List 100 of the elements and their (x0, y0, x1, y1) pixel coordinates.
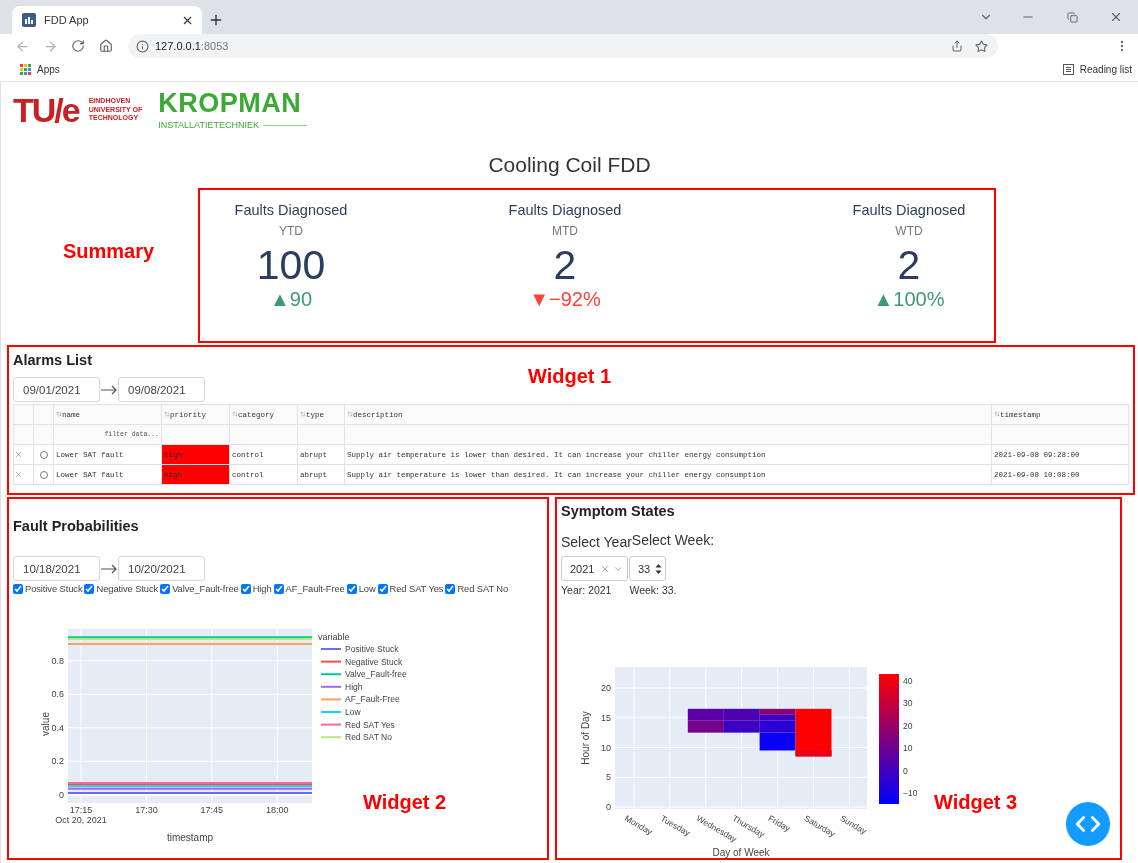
sort-icon[interactable] (232, 410, 238, 417)
page-title: Cooling Coil FDD (487, 152, 652, 178)
checkbox-option[interactable]: Red SAT No (445, 583, 509, 594)
code-toggle-button[interactable] (1066, 802, 1110, 846)
arrow-icon (100, 563, 118, 574)
card-delta: ▲90 (269, 288, 312, 312)
colorbar-tick-label: 30 (903, 698, 913, 709)
legend-item[interactable]: High (320, 681, 363, 692)
restore-icon[interactable] (1066, 11, 1078, 23)
axis-title: value (40, 712, 51, 736)
annotation-label: Widget 1 (528, 365, 612, 387)
legend-title: variable (318, 632, 350, 642)
sort-icon[interactable] (994, 410, 1000, 417)
widget-title: Fault Probabilities (13, 517, 140, 535)
checkbox-option[interactable]: High (240, 583, 272, 594)
checkbox[interactable] (240, 583, 251, 594)
reload-icon[interactable] (71, 39, 85, 53)
card-label: Faults Diagnosed (852, 202, 966, 218)
checkbox[interactable] (377, 583, 388, 594)
legend-label: AF_Fault-Free (345, 694, 401, 705)
widget-title: Alarms List (13, 351, 93, 369)
field-label: Select Year (561, 534, 632, 550)
end-date-field[interactable]: 09/08/2021 (118, 377, 205, 402)
legend-label: Valve_Fault-free (345, 669, 408, 680)
year-dropdown[interactable]: 2021 (561, 556, 628, 581)
checkbox[interactable] (13, 583, 23, 594)
axis-title: Hour of Day (580, 711, 591, 765)
checkbox-option[interactable]: Negative Stuck (84, 583, 159, 594)
end-date-field[interactable]: 10/20/2021 (118, 556, 205, 581)
axis-tick-label: 17:45 (200, 805, 224, 815)
legend-item[interactable]: Valve_Fault-free (320, 669, 407, 680)
checkbox-option[interactable]: AF_Fault-Free (273, 583, 345, 594)
logo-tagline: INSTALLATIETECHNIEK (158, 120, 259, 130)
legend-label: Low (345, 707, 362, 717)
clear-icon[interactable] (600, 563, 610, 574)
sort-icon[interactable] (347, 410, 353, 417)
legend-item[interactable]: Low (320, 707, 361, 717)
legend-item[interactable]: Positive Stuck (320, 644, 399, 654)
list-icon (1062, 64, 1074, 75)
axis-tick-label: 0 (606, 802, 611, 812)
apps-bookmark[interactable]: Apps (20, 64, 60, 75)
colorbar-tick-label: 0 (903, 765, 908, 776)
card-value: 2 (553, 243, 577, 289)
axis-tick-label: 18:00 (265, 805, 289, 815)
checkbox[interactable] (346, 583, 357, 594)
colorbar-tick-label: −10 (903, 788, 918, 798)
delete-icon[interactable] (16, 451, 21, 457)
card-delta: ▲100% (873, 288, 945, 312)
radio-button[interactable] (40, 470, 48, 479)
checkbox-option[interactable]: Positive Stuck (13, 583, 83, 594)
axis-tick-label: 0 (59, 789, 64, 800)
colorbar-tick-label: 20 (903, 720, 913, 731)
axis-tick-label: 17:30 (135, 805, 158, 815)
home-icon[interactable] (99, 39, 113, 53)
legend-label: Positive Stuck (345, 644, 400, 654)
start-date-field[interactable]: 09/01/2021 (13, 377, 100, 402)
checkbox-option[interactable]: Red SAT Yes (377, 583, 444, 594)
legend-item[interactable]: Red SAT No (320, 732, 392, 743)
radio-button[interactable] (40, 450, 48, 459)
axis-tick-label: 0.6 (51, 689, 64, 700)
card-value: 100 (256, 243, 326, 289)
axis-title: timestamp (166, 832, 214, 843)
checkbox[interactable] (445, 583, 456, 594)
sort-icon[interactable] (56, 410, 62, 417)
field-label: Select Week: (631, 532, 715, 548)
card-label: Faults Diagnosed (234, 202, 348, 218)
arrow-icon (100, 384, 118, 395)
card-value: 2 (897, 243, 921, 289)
logo-mark: TU/e (13, 93, 79, 127)
axis-title: Day of Week (712, 847, 770, 858)
sort-icon[interactable] (300, 410, 306, 417)
colorbar-tick-label: 40 (903, 676, 913, 686)
widget-title: Symptom States (561, 502, 676, 520)
card-period: WTD (895, 224, 923, 238)
legend-item[interactable]: Negative Stuck (320, 656, 403, 667)
checkbox[interactable] (84, 583, 95, 594)
axis-tick-label: 10 (601, 742, 611, 753)
week-number-field[interactable]: 33 (629, 556, 666, 581)
chart-favicon-icon (22, 13, 36, 27)
apps-grid-icon (20, 64, 31, 75)
sort-icon[interactable] (164, 410, 170, 417)
start-date-field[interactable]: 10/18/2021 (13, 556, 100, 581)
axis-tick-label: 15 (601, 712, 611, 723)
week-readout: Week: 33. (629, 584, 677, 596)
axis-date-label: Oct 20, 2021 (55, 815, 107, 825)
browser-tab[interactable]: FDD App (12, 6, 202, 34)
checkbox[interactable] (273, 583, 284, 594)
checkbox[interactable] (160, 583, 171, 594)
card-period: YTD (279, 224, 303, 238)
close-icon[interactable] (1109, 10, 1123, 24)
delete-icon[interactable] (16, 471, 21, 477)
plus-icon[interactable] (208, 12, 224, 28)
legend-item[interactable]: Red SAT Yes (320, 719, 395, 730)
checkbox-option[interactable]: Low (346, 583, 376, 594)
legend-item[interactable]: AF_Fault-Free (320, 694, 400, 705)
checkbox-option[interactable]: Valve_Fault-free (160, 583, 239, 594)
card-delta: ▼−92% (529, 288, 601, 312)
legend-label: Red SAT Yes (345, 719, 395, 730)
spinner-icon[interactable] (655, 561, 662, 576)
reading-list-button[interactable]: Reading list (1062, 64, 1132, 75)
